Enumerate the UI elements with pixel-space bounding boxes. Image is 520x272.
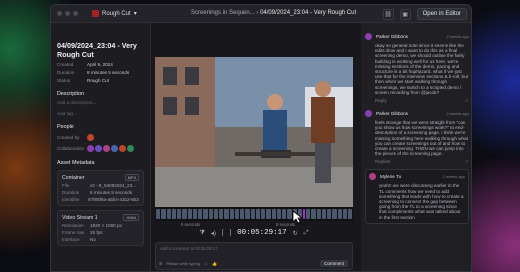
avatar xyxy=(365,33,372,40)
in-point-icon[interactable]: [ xyxy=(222,230,224,236)
video-still xyxy=(155,57,353,207)
speed-icon[interactable]: ↻ xyxy=(293,230,298,237)
breadcrumb: Screenings in Sequen... › 04/09/2024_23:… xyxy=(191,10,357,16)
reply-card: Mylene Tu 2 weeks ago yeah!! we were dis… xyxy=(365,169,469,224)
asset-value: No xyxy=(90,237,96,242)
breadcrumb-parent[interactable]: Screenings in Sequen... xyxy=(191,10,255,16)
avatar[interactable] xyxy=(87,145,94,152)
reply-time: 2 weeks ago xyxy=(442,174,465,180)
meta-label: Duration xyxy=(57,70,75,75)
filter-icon[interactable]: ⧩ xyxy=(199,230,204,237)
comment-author: Parker Gibbons xyxy=(376,111,408,117)
title-bar: Rough Cut ▾ Screenings in Sequen... › 04… xyxy=(51,5,471,23)
reply-link[interactable]: Reply xyxy=(375,98,387,104)
resolve-icon[interactable]: ✓ xyxy=(465,159,469,165)
asset-label: Frame rate xyxy=(62,230,85,235)
description-heading: Description xyxy=(57,91,84,97)
reply-body: yeah!! we were discussing earlier in the… xyxy=(379,183,464,220)
asset-label: Duration xyxy=(62,190,80,195)
comment-composer[interactable]: Add a comment at 00:05:29:17 ⊕ Please wr… xyxy=(155,242,353,270)
avatar[interactable] xyxy=(87,134,94,141)
comment-time: 2 weeks ago xyxy=(446,34,469,39)
avatar[interactable] xyxy=(127,145,134,152)
comment-author: Parker Gibbons xyxy=(376,34,408,39)
app-window: Rough Cut ▾ Screenings in Sequen... › 04… xyxy=(50,4,472,272)
comment-input[interactable]: Add a comment at 00:05:29:17 xyxy=(160,246,217,251)
emoji-icon[interactable]: ☺ xyxy=(204,261,208,266)
layout-icon[interactable]: ▣ xyxy=(399,8,411,20)
meta-value: April 9, 2024 xyxy=(87,62,113,67)
collaboration-label: Collaboration xyxy=(57,146,85,151)
comment-body: feels strange that we went straight from… xyxy=(375,120,468,157)
video-stream-title: Video Stream 1 xyxy=(62,214,98,221)
format-tag: MP4 xyxy=(124,174,139,181)
asset-label: File xyxy=(62,183,70,188)
description-input[interactable]: Add a description... xyxy=(57,100,144,105)
page-title: 04/09/2024_23:04 - Very Rough Cut xyxy=(57,41,137,59)
timecode: 00:05:29:17 xyxy=(237,229,287,237)
out-point-icon[interactable]: ] xyxy=(230,230,232,236)
container-card: Container MP4 File v2 - 8_04092024_23... … xyxy=(57,170,144,206)
asset-label: Identifier xyxy=(62,197,80,202)
replies-toggle[interactable]: Replies xyxy=(375,159,390,165)
add-tag-input[interactable]: Add tag... xyxy=(57,111,144,116)
asset-label: Interlace xyxy=(62,237,80,242)
resolve-icon[interactable]: ✓ xyxy=(465,98,469,104)
people-heading: People xyxy=(57,124,74,130)
player-panel: 8 seconds 8 seconds ⧩ ◂) [ ] 00:05:29:17… xyxy=(151,23,361,271)
breadcrumb-current: 04/09/2024_23:04 - Very Rough Cut xyxy=(260,10,357,16)
container-title: Container xyxy=(62,174,85,181)
reply-author: Mylene Tu xyxy=(380,174,402,180)
mouse-cursor-icon xyxy=(292,210,304,224)
meta-label: Status xyxy=(57,78,71,83)
avatar[interactable] xyxy=(95,145,102,152)
comment-button[interactable]: Comment xyxy=(320,260,348,267)
asset-value: 8 minutes 5 seconds xyxy=(90,190,133,195)
volume-icon[interactable]: ◂) xyxy=(211,230,216,237)
codec-tag: H264 xyxy=(123,214,139,221)
status-value[interactable]: Rough Cut xyxy=(87,78,109,83)
asset-metadata-heading: Asset Metadata xyxy=(57,160,95,166)
asset-value: 25 fps xyxy=(90,230,103,235)
clip-length-left: 8 seconds xyxy=(181,222,201,227)
project-badge-icon xyxy=(92,10,99,17)
window-controls[interactable] xyxy=(57,11,78,16)
meta-value: 8 minutes 5 seconds xyxy=(87,70,130,75)
avatar xyxy=(369,173,376,181)
avatar[interactable] xyxy=(103,145,110,152)
typing-hint: Please write typing xyxy=(166,261,200,266)
asset-value: v2 - 8_04092024_23... xyxy=(90,183,136,188)
project-name: Rough Cut xyxy=(102,10,131,17)
details-panel: 04/09/2024_23:04 - Very Rough Cut Create… xyxy=(51,23,151,271)
created-by-label: Created by xyxy=(57,135,80,140)
chevron-down-icon: ▾ xyxy=(133,11,137,17)
thumbs-up-icon[interactable]: 👍 xyxy=(212,261,217,266)
playback-controls: ⧩ ◂) [ ] 00:05:29:17 ↻ ⤢ xyxy=(155,228,353,238)
avatar[interactable] xyxy=(111,145,118,152)
avatar xyxy=(365,110,372,118)
project-switcher[interactable]: Rough Cut ▾ xyxy=(92,10,137,17)
asset-value: 1920 × 1080 px xyxy=(90,223,122,228)
open-in-editor-button[interactable]: Open in Editor xyxy=(416,8,467,20)
asset-label: Resolution xyxy=(62,223,84,228)
comment-thread: Parker Gibbons 2 weeks ago okay so gener… xyxy=(365,33,469,104)
comment-time: 2 weeks ago xyxy=(446,111,469,117)
link-icon[interactable]: ⛓ xyxy=(382,8,394,20)
comment-thread: Parker Gibbons 2 weeks ago feels strange… xyxy=(365,110,469,224)
asset-value: 87f85f9a-a5b4-41b2-8b3... xyxy=(88,197,139,202)
attach-icon[interactable]: ⊕ xyxy=(159,261,162,266)
filmstrip-timeline[interactable] xyxy=(155,207,353,221)
comments-panel: Parker Gibbons 2 weeks ago okay so gener… xyxy=(361,23,471,271)
fullscreen-icon[interactable]: ⤢ xyxy=(304,230,309,237)
comment-body: okay so general note since it seems like… xyxy=(375,43,468,95)
video-stream-card: Video Stream 1 H264 Resolution 1920 × 108… xyxy=(57,210,144,246)
avatar[interactable] xyxy=(119,145,126,152)
video-frame[interactable] xyxy=(155,57,353,207)
meta-label: Created xyxy=(57,62,74,67)
